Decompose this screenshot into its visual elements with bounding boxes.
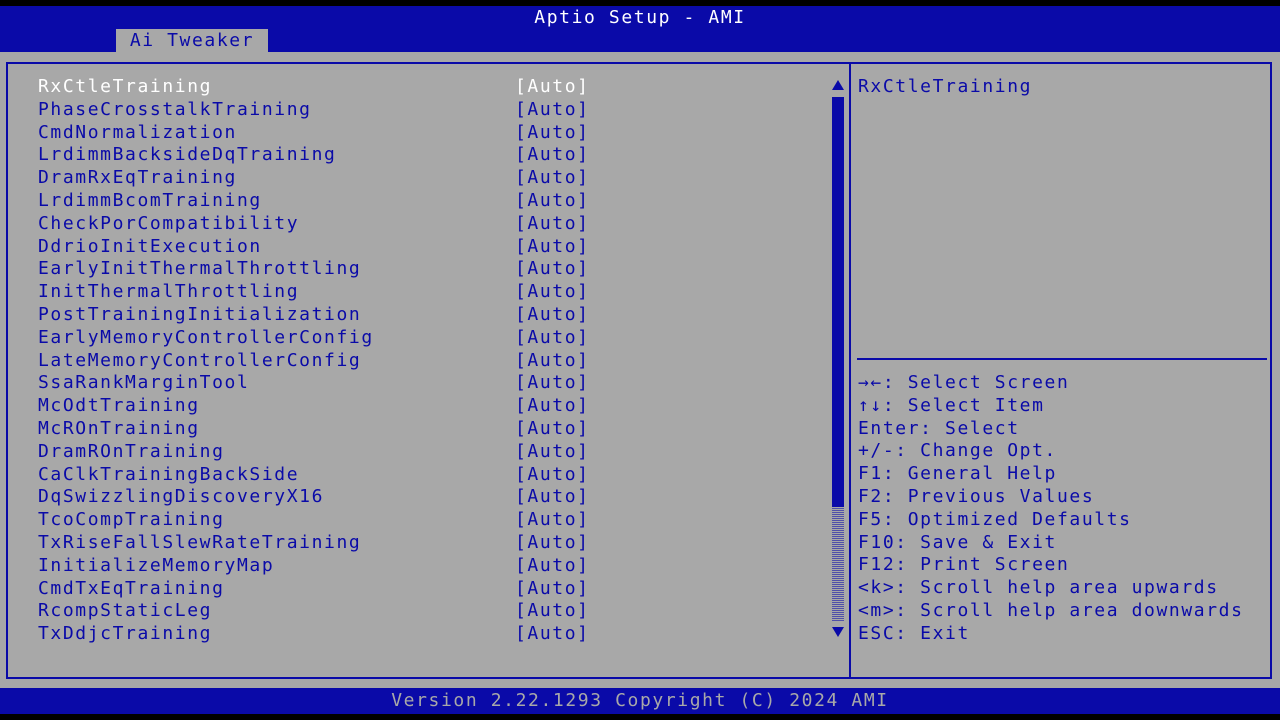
key-hint: F2: Previous Values <box>858 486 1095 507</box>
setting-label[interactable]: LrdimmBcomTraining <box>38 189 262 212</box>
key-hint: F10: Save & Exit <box>858 531 1057 553</box>
key-hint: F5: Optimized Defaults <box>858 508 1132 530</box>
setting-label[interactable]: DramROnTraining <box>38 440 225 463</box>
key-hint: →←: Select Screen <box>858 372 1070 393</box>
setting-value[interactable]: [Auto] <box>515 280 590 303</box>
key-hint: Enter: Select <box>858 417 1020 439</box>
setting-label[interactable]: RxCtleTraining <box>38 75 212 98</box>
scrollbar-thumb[interactable] <box>832 97 844 507</box>
setting-value[interactable]: [Auto] <box>515 371 590 394</box>
setting-value[interactable]: [Auto] <box>515 622 590 645</box>
setting-value[interactable]: [Auto] <box>515 189 590 212</box>
key-hint: ESC: Exit <box>858 622 970 644</box>
key-hint: F1: General Help <box>858 463 1057 485</box>
setting-label[interactable]: SsaRankMarginTool <box>38 371 249 394</box>
key-hint: F12: Print Screen <box>858 554 1070 576</box>
setting-label[interactable]: TxDdjcTraining <box>38 622 212 645</box>
setting-value[interactable]: [Auto] <box>515 121 590 144</box>
setting-value[interactable]: [Auto] <box>515 98 590 121</box>
setting-label[interactable]: EarlyMemoryControllerConfig <box>38 326 374 349</box>
setting-label[interactable]: InitializeMemoryMap <box>38 554 274 577</box>
bottom-border <box>0 714 1280 720</box>
setting-label[interactable]: DramRxEqTraining <box>38 166 237 189</box>
setting-label[interactable]: McOdtTraining <box>38 394 200 417</box>
setting-value[interactable]: [Auto] <box>515 303 590 326</box>
setting-value[interactable]: [Auto] <box>515 417 590 440</box>
setting-value[interactable]: [Auto] <box>515 485 590 508</box>
setting-label[interactable]: DdrioInitExecution <box>38 235 262 258</box>
scroll-down-arrow-icon[interactable] <box>831 625 845 639</box>
setting-label[interactable]: McROnTraining <box>38 417 200 440</box>
setting-value[interactable]: [Auto] <box>515 394 590 417</box>
setting-value[interactable]: [Auto] <box>515 326 590 349</box>
setting-value[interactable]: [Auto] <box>515 349 590 372</box>
tab-ai-tweaker[interactable]: Ai Tweaker <box>116 29 268 52</box>
setting-value[interactable]: [Auto] <box>515 440 590 463</box>
help-title: RxCtleTraining <box>858 76 1033 97</box>
main-panel: RxCtleTraining [Auto] PhaseCrosstalkTraini… <box>0 52 1280 688</box>
setting-value[interactable]: [Auto] <box>515 531 590 554</box>
setting-value[interactable]: [Auto] <box>515 577 590 600</box>
panel-divider <box>849 62 851 679</box>
key-hint: ↑↓: Select Item <box>858 394 1045 416</box>
key-hint: <k>: Scroll help area upwards <box>858 577 1219 599</box>
setting-value[interactable]: [Auto] <box>515 143 590 166</box>
scroll-up-arrow-icon[interactable] <box>831 78 845 92</box>
setting-value[interactable]: [Auto] <box>515 166 590 189</box>
header-bar: Aptio Setup - AMI Ai Tweaker <box>0 6 1280 52</box>
setting-value[interactable]: [Auto] <box>515 554 590 577</box>
app-title: Aptio Setup - AMI <box>534 7 746 28</box>
help-divider <box>857 358 1267 360</box>
setting-label[interactable]: LateMemoryControllerConfig <box>38 349 361 372</box>
setting-label[interactable]: RcompStaticLeg <box>38 599 212 622</box>
setting-label[interactable]: PostTrainingInitialization <box>38 303 361 326</box>
setting-label[interactable]: CaClkTrainingBackSide <box>38 463 299 486</box>
key-hint: <m>: Scroll help area downwards <box>858 600 1244 621</box>
setting-label[interactable]: PhaseCrosstalkTraining <box>38 98 312 121</box>
setting-value[interactable]: [Auto] <box>515 75 590 98</box>
setting-label[interactable]: EarlyInitThermalThrottling <box>38 257 361 280</box>
setting-label[interactable]: CmdNormalization <box>38 121 237 144</box>
setting-value[interactable]: [Auto] <box>515 257 590 280</box>
setting-value[interactable]: [Auto] <box>515 212 590 235</box>
setting-value[interactable]: [Auto] <box>515 235 590 258</box>
setting-label[interactable]: TxRiseFallSlewRateTraining <box>38 531 361 554</box>
key-hint: +/-: Change Opt. <box>858 440 1057 462</box>
setting-value[interactable]: [Auto] <box>515 599 590 622</box>
setting-label[interactable]: CheckPorCompatibility <box>38 212 299 235</box>
setting-label[interactable]: DqSwizzlingDiscoveryX16 <box>38 485 324 508</box>
setting-label[interactable]: TcoCompTraining <box>38 508 225 531</box>
setting-value[interactable]: [Auto] <box>515 463 590 486</box>
setting-label[interactable]: CmdTxEqTraining <box>38 577 225 600</box>
setting-label[interactable]: InitThermalThrottling <box>38 280 299 303</box>
setting-value[interactable]: [Auto] <box>515 508 590 531</box>
setting-label[interactable]: LrdimmBacksideDqTraining <box>38 143 337 166</box>
footer-version: Version 2.22.1293 Copyright (C) 2024 AMI <box>0 688 1280 714</box>
